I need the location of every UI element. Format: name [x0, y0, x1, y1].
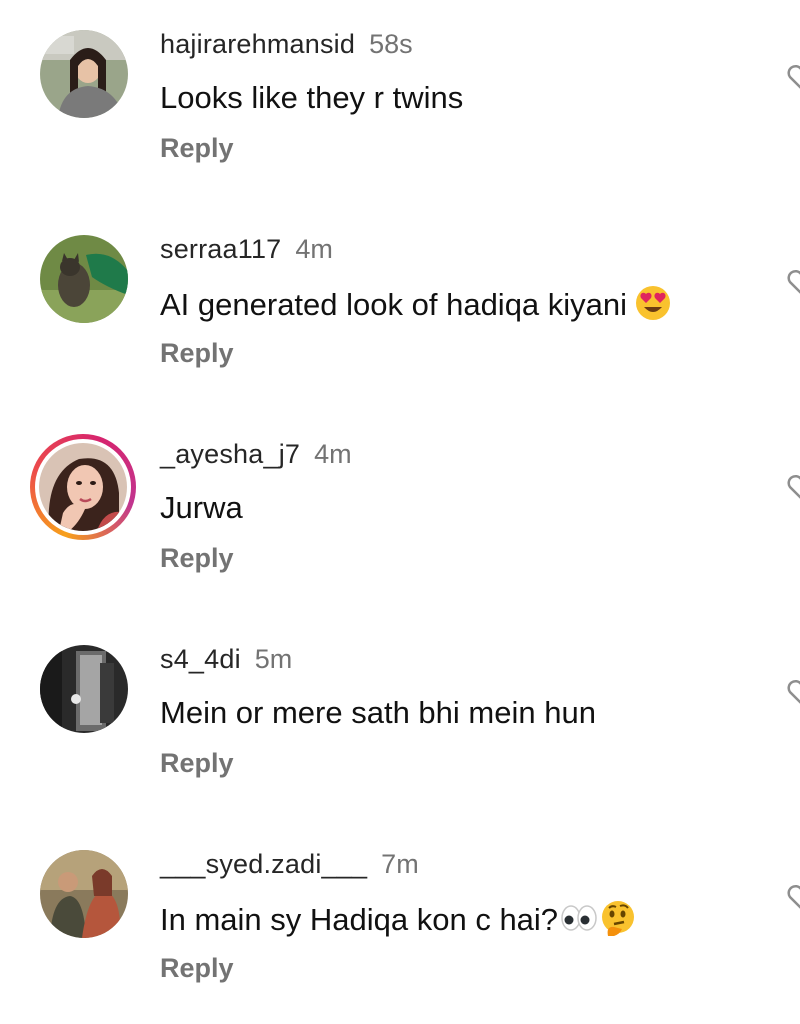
- comment-text: In main sy Hadiqa kon c hai?: [160, 900, 636, 944]
- eyes-emoji: [560, 900, 598, 944]
- comment-meta: s4_4di 5m: [160, 643, 292, 675]
- username[interactable]: ___syed.zadi___: [160, 849, 367, 879]
- timestamp: 58s: [369, 29, 413, 59]
- avatar-image: [40, 30, 128, 118]
- comment-text: Mein or mere sath bhi mein hun: [160, 695, 596, 730]
- username[interactable]: serraa117: [160, 234, 281, 264]
- comment-meta: ___syed.zadi___ 7m: [160, 848, 419, 880]
- avatar-image: [40, 850, 128, 938]
- reply-button[interactable]: Reply: [160, 952, 234, 984]
- comment-meta: serraa117 4m: [160, 233, 333, 265]
- avatar[interactable]: [40, 235, 128, 323]
- timestamp: 4m: [314, 439, 352, 469]
- comment-text-body: In main sy Hadiqa kon c hai?: [160, 902, 559, 937]
- reply-button[interactable]: Reply: [160, 132, 234, 164]
- comment-item: hajirarehmansid 58s Looks like they r twi…: [0, 0, 800, 205]
- avatar[interactable]: [40, 645, 128, 733]
- comment-text-body: AI generated look of hadiqa kiyani: [160, 287, 628, 322]
- timestamp: 7m: [381, 849, 419, 879]
- avatar-story-ring[interactable]: [30, 434, 136, 540]
- heart-icon[interactable]: [786, 472, 800, 502]
- comment-text: Jurwa: [160, 490, 243, 525]
- comment-meta: _ayesha_j7 4m: [160, 438, 352, 470]
- heart-eyes-emoji: [635, 285, 671, 329]
- username[interactable]: _ayesha_j7: [160, 439, 300, 469]
- comment-text: Looks like they r twins: [160, 80, 464, 115]
- comment-meta: hajirarehmansid 58s: [160, 28, 413, 60]
- heart-icon[interactable]: [786, 267, 800, 297]
- thinking-face-emoji: [600, 900, 636, 944]
- comment-item: _ayesha_j7 4m Jurwa Reply: [0, 410, 800, 615]
- comment-item: ___syed.zadi___ 7m In main sy Hadiqa kon …: [0, 820, 800, 1024]
- username[interactable]: hajirarehmansid: [160, 29, 355, 59]
- username[interactable]: s4_4di: [160, 644, 241, 674]
- reply-button[interactable]: Reply: [160, 542, 234, 574]
- reply-button[interactable]: Reply: [160, 747, 234, 779]
- comment-text: AI generated look of hadiqa kiyani: [160, 285, 671, 329]
- avatar-image: [40, 235, 128, 323]
- heart-icon[interactable]: [786, 62, 800, 92]
- heart-icon[interactable]: [786, 677, 800, 707]
- timestamp: 4m: [295, 234, 333, 264]
- heart-icon[interactable]: [786, 882, 800, 912]
- avatar[interactable]: [40, 30, 128, 118]
- avatar[interactable]: [40, 850, 128, 938]
- reply-button[interactable]: Reply: [160, 337, 234, 369]
- avatar-image: [39, 443, 127, 531]
- comment-item: s4_4di 5m Mein or mere sath bhi mein hun …: [0, 615, 800, 820]
- comment-list: hajirarehmansid 58s Looks like they r twi…: [0, 0, 800, 1024]
- timestamp: 5m: [254, 644, 293, 674]
- avatar-image: [40, 645, 128, 733]
- comment-item: serraa117 4m AI generated look of hadiqa …: [0, 205, 800, 410]
